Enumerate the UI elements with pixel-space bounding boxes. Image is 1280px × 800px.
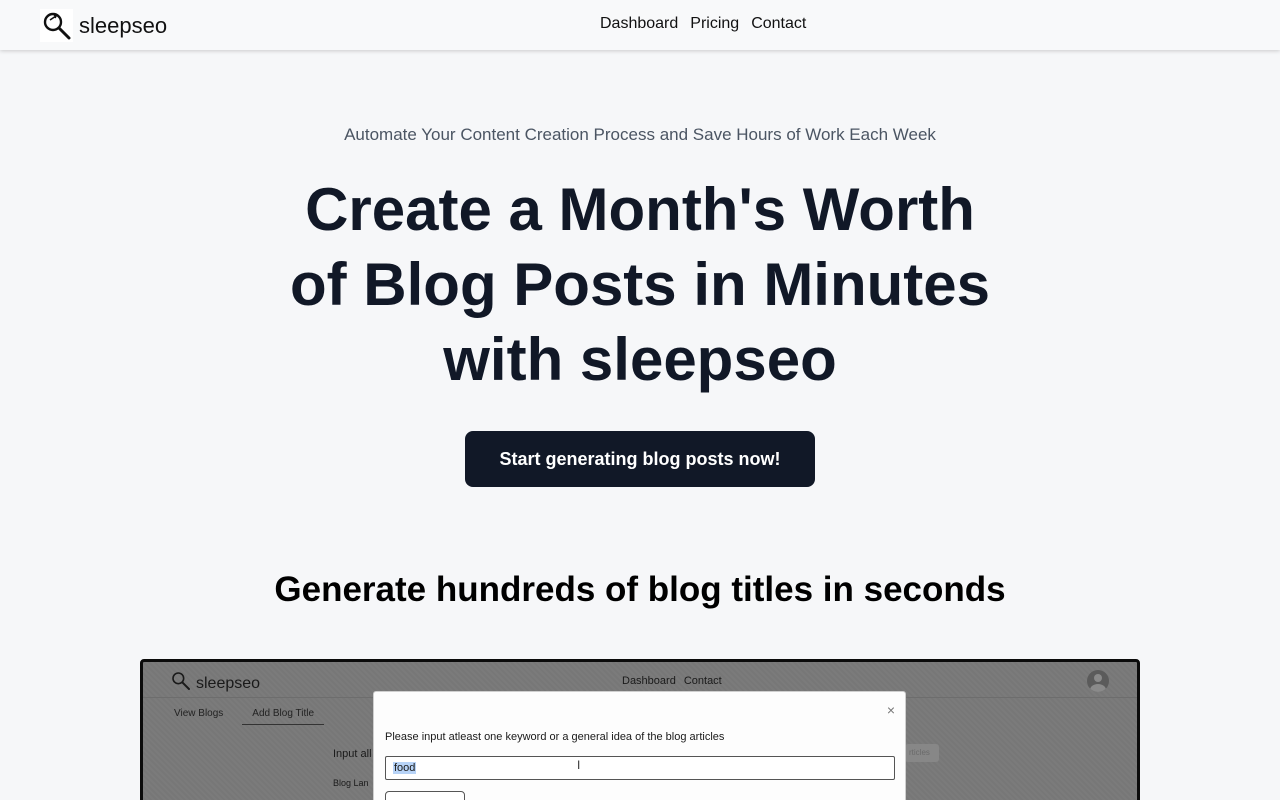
- start-generating-button[interactable]: Start generating blog posts now!: [465, 431, 815, 487]
- demo-tabs: View Blogs Add Blog Title: [171, 706, 325, 725]
- demo-modal-label: Please input atleast one keyword or a ge…: [385, 731, 725, 743]
- brand-logo[interactable]: sleepseo: [40, 9, 167, 42]
- magnifier-logo-icon: [40, 9, 73, 42]
- nav-link-dashboard[interactable]: Dashboard: [600, 15, 678, 33]
- close-icon: ×: [886, 702, 895, 718]
- demo-nav: Dashboard Contact: [622, 675, 722, 687]
- demo-brand-logo: sleepseo: [171, 671, 260, 696]
- hero-title: Create a Month's Worth of Blog Posts in …: [290, 176, 990, 393]
- main-nav: Dashboard Pricing Contact: [600, 15, 806, 33]
- demo-screenshot: sleepseo Dashboard Contact View Blogs Ad…: [140, 659, 1140, 800]
- brand-name: sleepseo: [79, 12, 168, 38]
- demo-language-label: Blog Lan: [333, 778, 369, 788]
- demo-tab-view-blogs: View Blogs: [174, 708, 224, 719]
- feature-title: Generate hundreds of blog titles in seco…: [274, 570, 1006, 609]
- demo-generate-button: [385, 791, 465, 800]
- demo-nav-dashboard: Dashboard: [622, 675, 676, 687]
- hero-tagline: Automate Your Content Creation Process a…: [344, 125, 936, 144]
- user-avatar-icon: [1087, 670, 1109, 692]
- nav-link-contact[interactable]: Contact: [751, 15, 806, 33]
- nav-link-pricing[interactable]: Pricing: [690, 15, 739, 33]
- text-cursor-icon: I: [577, 758, 581, 772]
- demo-keyword-modal: × Please input atleast one keyword or a …: [373, 691, 906, 800]
- demo-articles-button: rticles: [905, 744, 939, 762]
- demo-tab-add-blog-title: Add Blog Title: [242, 706, 325, 725]
- magnifier-logo-icon: [171, 671, 191, 696]
- demo-keyword-value: food: [393, 762, 417, 774]
- top-navbar: sleepseo Dashboard Pricing Contact: [0, 0, 1280, 50]
- demo-input-label: Input all: [333, 748, 372, 760]
- demo-keyword-input: food I: [385, 756, 895, 780]
- demo-nav-contact: Contact: [683, 675, 722, 687]
- demo-brand-name: sleepseo: [196, 674, 261, 692]
